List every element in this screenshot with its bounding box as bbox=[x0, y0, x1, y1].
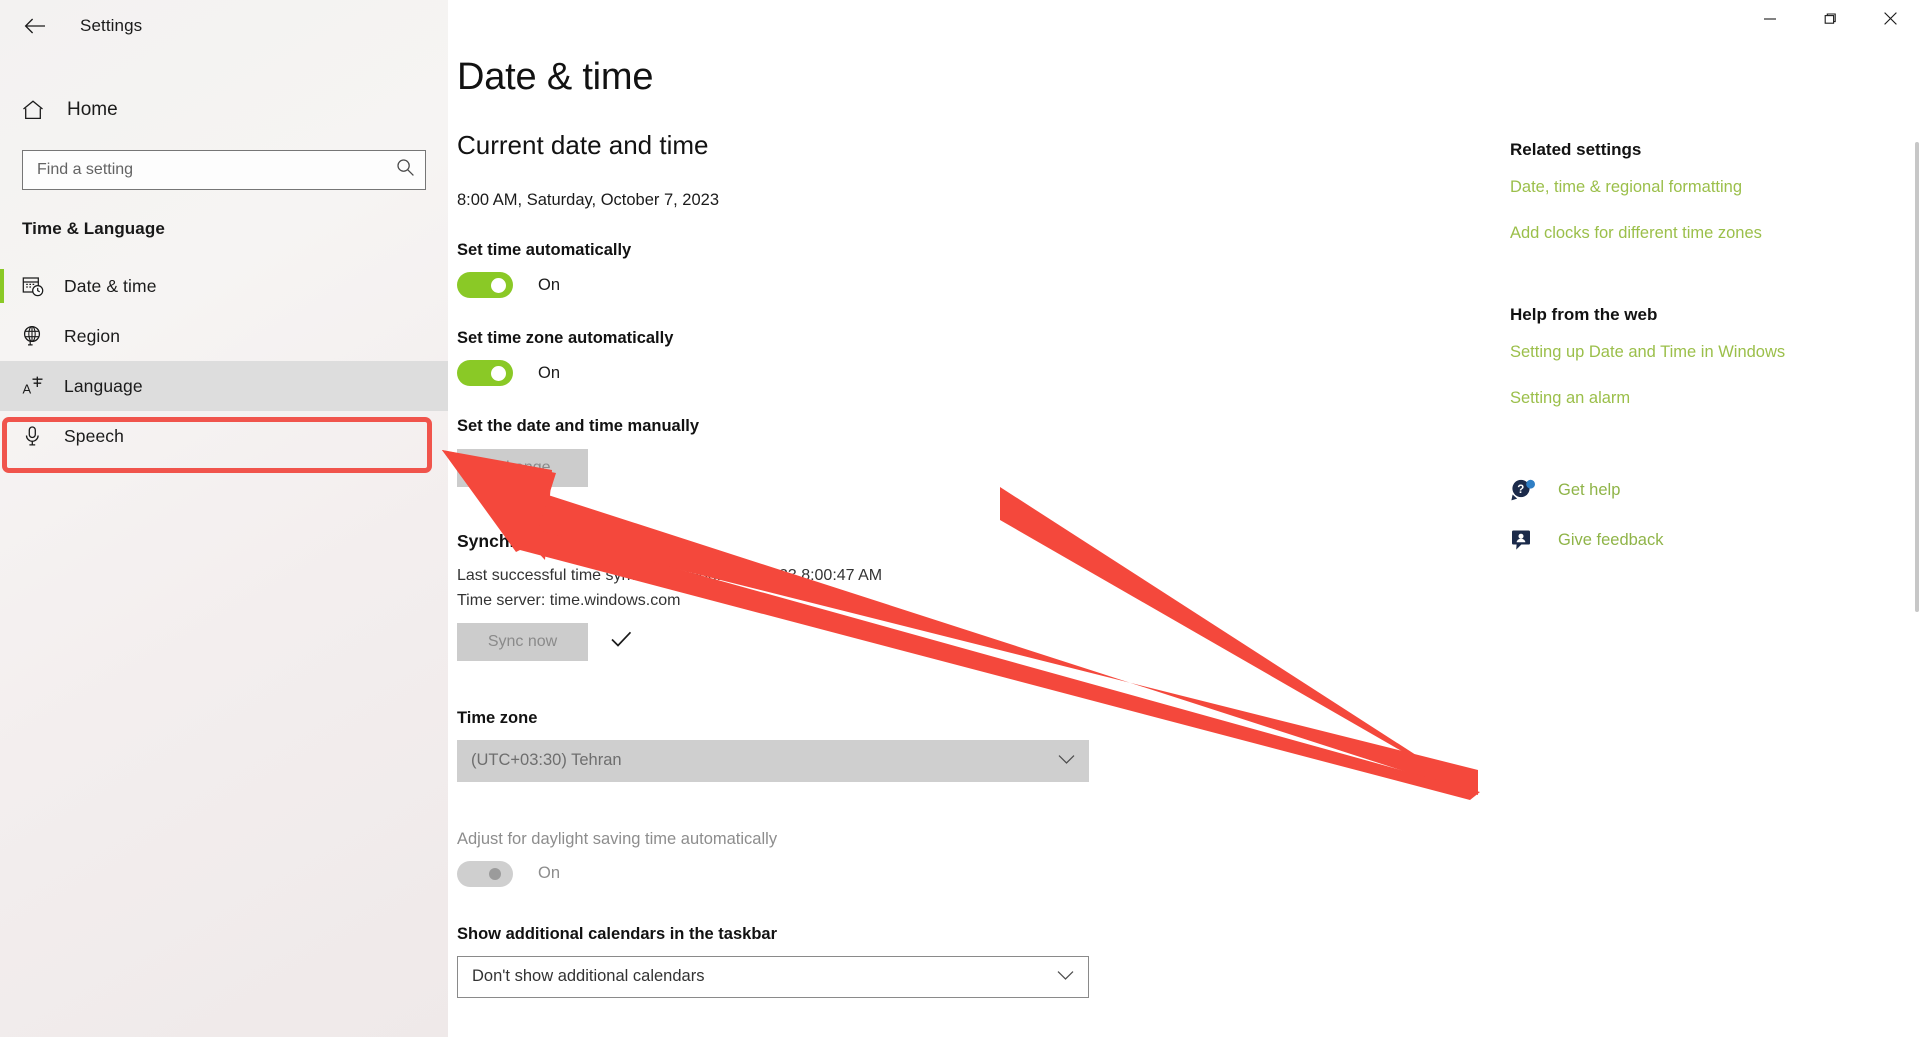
microphone-icon bbox=[22, 425, 52, 447]
globe-icon bbox=[22, 325, 52, 347]
daylight-saving-state: On bbox=[538, 864, 561, 883]
daylight-saving-toggle[interactable] bbox=[457, 860, 513, 887]
daylight-saving-label: Adjust for daylight saving time automati… bbox=[457, 829, 778, 848]
additional-calendars-value: Don't show additional calendars bbox=[472, 967, 705, 986]
svg-text:A: A bbox=[23, 382, 32, 397]
toggle-knob bbox=[491, 277, 506, 293]
sidebar-item-date-time[interactable]: Date & time bbox=[0, 261, 448, 311]
related-link-add-clocks[interactable]: Add clocks for different time zones bbox=[1510, 224, 1920, 243]
search-input[interactable] bbox=[22, 150, 426, 190]
timezone-label: Time zone bbox=[457, 708, 538, 727]
help-from-web-heading: Help from the web bbox=[1510, 305, 1658, 324]
set-time-auto-state: On bbox=[538, 275, 561, 294]
calendar-clock-icon bbox=[22, 275, 52, 297]
help-link-setting-up-date-time[interactable]: Setting up Date and Time in Windows bbox=[1510, 343, 1920, 362]
settings-window: Settings Home Time & Language bbox=[0, 0, 1920, 1037]
sidebar-item-label: Language bbox=[64, 375, 143, 396]
sidebar-nav: Date & time Region A Language Speech bbox=[0, 261, 448, 461]
sidebar-group-heading: Time & Language bbox=[22, 219, 165, 238]
right-rail: Related settings Date, time & regional f… bbox=[1510, 140, 1920, 578]
additional-calendars-dropdown[interactable]: Don't show additional calendars bbox=[457, 955, 1089, 998]
get-help-label: Get help bbox=[1558, 480, 1621, 499]
main-content: Date & time Current date and time 8:00 A… bbox=[448, 0, 1920, 1037]
vertical-scrollbar[interactable] bbox=[1914, 52, 1920, 1037]
checkmark-icon bbox=[610, 629, 633, 654]
search-container bbox=[22, 150, 426, 190]
change-button[interactable]: Change bbox=[457, 449, 588, 487]
scrollbar-thumb[interactable] bbox=[1915, 142, 1919, 612]
give-feedback-row[interactable]: Give feedback bbox=[1510, 528, 1920, 552]
give-feedback-icon bbox=[1510, 528, 1544, 552]
sidebar-item-speech[interactable]: Speech bbox=[0, 411, 448, 461]
chevron-down-icon bbox=[1057, 968, 1074, 986]
sidebar-item-region[interactable]: Region bbox=[0, 311, 448, 361]
related-settings-heading: Related settings bbox=[1510, 140, 1642, 159]
chevron-down-icon bbox=[1058, 752, 1075, 770]
home-icon bbox=[22, 100, 56, 120]
get-help-row[interactable]: ? Get help bbox=[1510, 478, 1920, 502]
timezone-dropdown[interactable]: (UTC+03:30) Tehran bbox=[457, 739, 1089, 782]
additional-calendars-label: Show additional calendars in the taskbar bbox=[457, 924, 777, 943]
sync-now-row: Sync now bbox=[457, 622, 1920, 661]
svg-text:?: ? bbox=[1517, 484, 1524, 496]
support-section: ? Get help Give feedback bbox=[1510, 478, 1920, 552]
set-timezone-auto-state: On bbox=[538, 363, 561, 382]
give-feedback-label: Give feedback bbox=[1558, 530, 1664, 549]
window-title: Settings bbox=[80, 16, 143, 35]
set-time-auto-toggle[interactable] bbox=[457, 272, 513, 298]
toggle-knob bbox=[491, 365, 506, 381]
related-link-regional-formatting[interactable]: Date, time & regional formatting bbox=[1510, 178, 1920, 197]
sidebar-item-home[interactable]: Home bbox=[0, 88, 448, 132]
time-server-text: Time server: time.windows.com bbox=[457, 591, 681, 609]
back-arrow-icon bbox=[24, 18, 46, 34]
timezone-value: (UTC+03:30) Tehran bbox=[471, 751, 622, 770]
sidebar-item-label: Speech bbox=[64, 425, 124, 446]
page-title: Date & time bbox=[457, 56, 654, 98]
daylight-saving-row: On bbox=[457, 860, 1920, 887]
sidebar-item-language[interactable]: A Language bbox=[0, 361, 448, 411]
sync-now-button[interactable]: Sync now bbox=[457, 622, 588, 661]
sidebar-home-label: Home bbox=[67, 99, 118, 120]
set-timezone-auto-toggle[interactable] bbox=[457, 360, 513, 386]
toggle-knob bbox=[489, 867, 501, 880]
get-help-icon: ? bbox=[1510, 478, 1544, 502]
back-button[interactable] bbox=[14, 7, 56, 45]
language-a-icon: A bbox=[22, 375, 52, 397]
help-link-setting-an-alarm[interactable]: Setting an alarm bbox=[1510, 389, 1920, 408]
window-titlebar-left: Settings bbox=[0, 0, 448, 52]
sidebar: Settings Home Time & Language bbox=[0, 0, 448, 1037]
selected-accent-bar bbox=[0, 269, 4, 303]
sidebar-item-label: Region bbox=[64, 325, 121, 346]
sidebar-item-label: Date & time bbox=[64, 275, 157, 296]
